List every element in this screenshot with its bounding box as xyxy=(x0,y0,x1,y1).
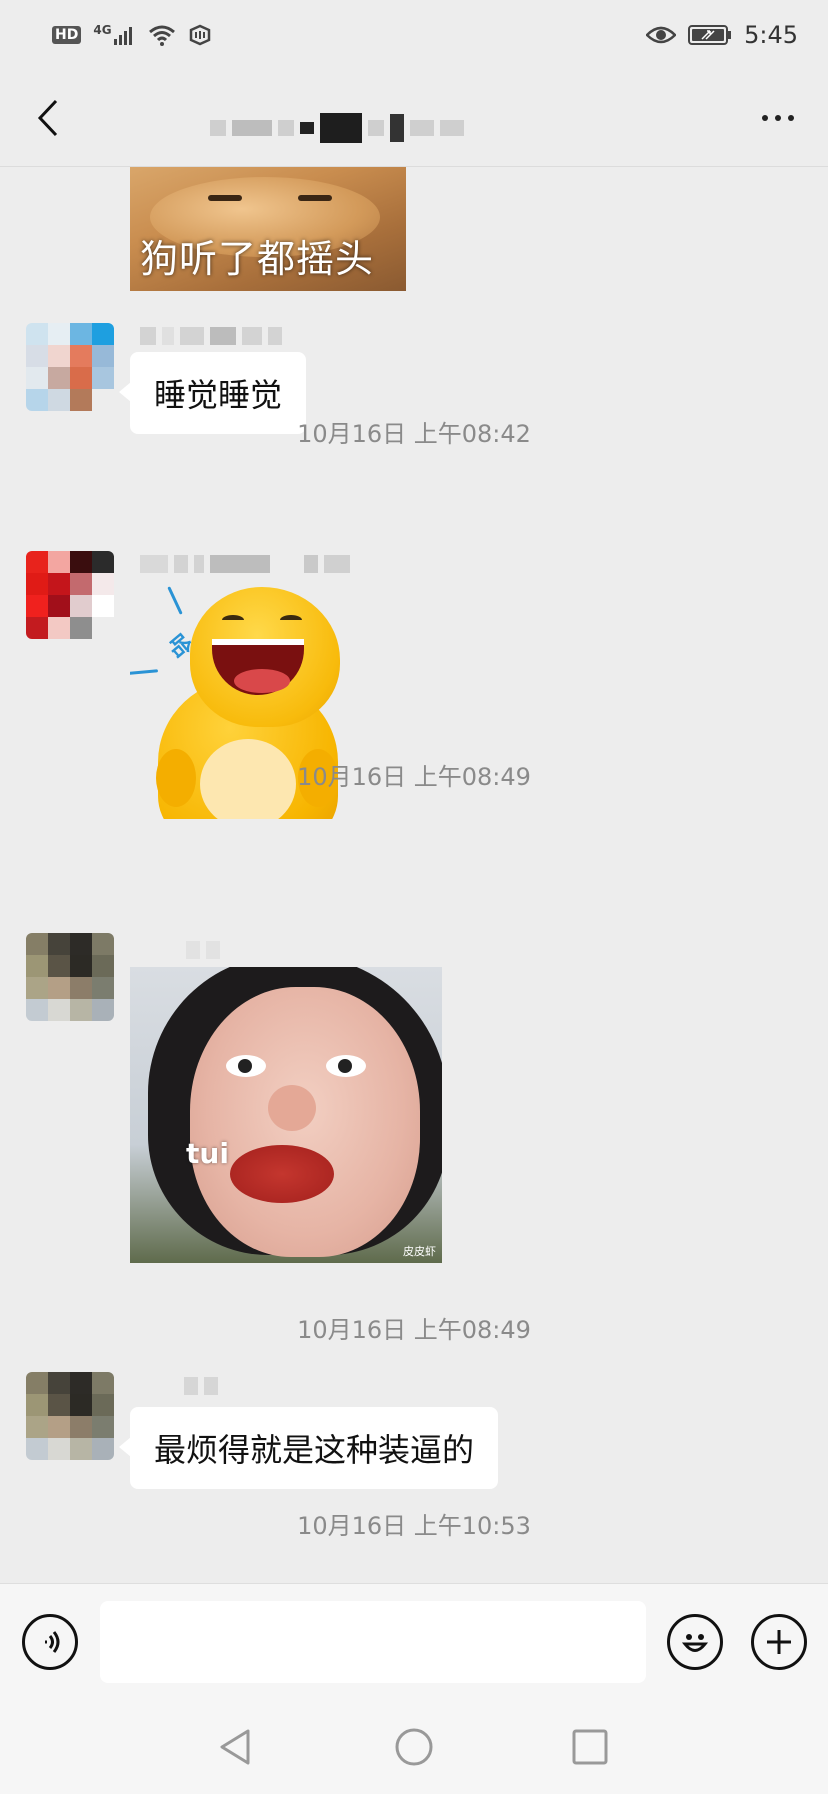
avatar[interactable] xyxy=(26,551,114,639)
timestamp: 10月16日 上午08:42 xyxy=(297,420,531,448)
avatar[interactable] xyxy=(26,1372,114,1460)
face-sticker[interactable]: tui 皮皮虾 xyxy=(130,967,442,1263)
message-bubble[interactable]: 最烦得就是这种装逼的 xyxy=(118,1407,499,1489)
sticker-watermark: 皮皮虾 xyxy=(403,1245,436,1258)
timestamp: 10月16日 上午08:49 xyxy=(297,763,531,791)
status-left: HD 4G xyxy=(52,23,212,46)
avatar[interactable] xyxy=(26,933,114,1021)
nav-recent-button[interactable] xyxy=(568,1725,612,1769)
avatar[interactable] xyxy=(26,323,114,411)
nav-home-button[interactable] xyxy=(392,1725,436,1769)
system-navigation-bar xyxy=(0,1699,828,1794)
timestamp: 10月16日 上午10:53 xyxy=(297,1512,531,1540)
triangle-back-icon xyxy=(220,1729,250,1765)
nfc-icon xyxy=(188,24,212,46)
emoji-icon xyxy=(681,1634,709,1652)
back-button[interactable] xyxy=(24,92,72,144)
battery-icon xyxy=(688,24,732,46)
dog-sticker[interactable]: 狗听了都摇头 xyxy=(130,167,406,291)
cell-signal-icon: 4G xyxy=(93,23,135,45)
back-chevron-icon xyxy=(37,99,58,137)
square-recent-icon xyxy=(572,1729,608,1765)
voice-button[interactable] xyxy=(22,1614,78,1670)
emoji-button[interactable] xyxy=(667,1614,723,1670)
hd-badge: HD xyxy=(52,26,82,44)
chat-header xyxy=(0,70,828,166)
eye-icon xyxy=(646,25,677,45)
chat-message-list[interactable]: 狗听了都摇头 睡觉睡觉 10月16日 上午08:42 哈 10月16日 上午08… xyxy=(0,167,828,1582)
chat-title-redacted xyxy=(210,110,610,146)
input-bar xyxy=(0,1583,828,1699)
sender-name-redacted xyxy=(140,553,350,575)
circle-home-icon xyxy=(395,1728,433,1766)
wifi-icon xyxy=(148,24,176,46)
status-right: 5:45 xyxy=(646,21,798,49)
plus-button[interactable] xyxy=(751,1614,807,1670)
more-dots-icon xyxy=(762,115,768,121)
status-time: 5:45 xyxy=(744,21,798,49)
timestamp: 10月16日 上午08:49 xyxy=(297,1316,531,1344)
more-button[interactable] xyxy=(750,92,806,144)
nav-back-button[interactable] xyxy=(214,1725,258,1769)
sticker-caption: tui xyxy=(186,1137,229,1170)
sender-name-redacted xyxy=(184,1375,218,1397)
message-input[interactable] xyxy=(100,1601,646,1683)
plus-icon xyxy=(767,1630,791,1654)
sender-name-redacted xyxy=(186,939,220,961)
sticker-caption: 狗听了都摇头 xyxy=(140,237,375,281)
status-bar: HD 4G 5:45 xyxy=(0,0,828,70)
sender-name-redacted xyxy=(140,325,282,347)
voice-icon xyxy=(45,1631,60,1653)
